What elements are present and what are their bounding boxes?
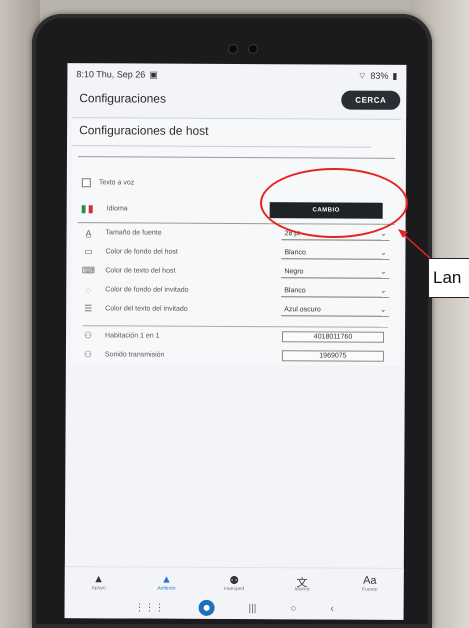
chevron-down-icon: ⌄ [380,306,387,314]
info-value: 4018011760 [281,331,385,343]
battery-icon: ▮ [392,70,398,81]
setting-row: ◌ Color de fondo del invitado Blanco ⌄ [77,280,394,301]
background-color-icon: ▭ [84,246,93,257]
nav-item[interactable]: ▲ Apoyo [74,573,124,591]
translate-icon: 文 [296,576,308,589]
guest-background-icon: ◌ [85,284,91,295]
close-button[interactable]: CERCA [341,90,401,110]
camera-icon [228,44,238,54]
nav-label: Apoyo [91,584,106,591]
setting-dropdown[interactable]: Blanco ⌄ [281,284,390,298]
system-navigation: ⋮⋮⋮ ||| ○ ‹ [64,596,404,620]
setting-label: Color de fondo del host [105,248,178,256]
nav-item[interactable]: ⚉ Huésped [209,573,259,591]
setting-value: Blanco [284,286,306,294]
home-button-icon[interactable]: ○ [290,603,296,614]
info-row: ⚇ Habitación 1 en 1 4018011760 [77,326,394,347]
info-row: ⚇ Sonido transmisión 1969075 [77,345,394,366]
page-title: Configuraciones [79,91,167,106]
setting-row: ⌨ Color de texto del host Negro ⌄ [77,261,394,282]
sensor-icon [248,44,258,54]
recents-icon[interactable]: ||| [248,603,256,614]
room-icon: ⚇ [83,330,93,341]
info-list: ⚇ Habitación 1 en 1 4018011760 ⚇ Sonido tran… [77,326,394,366]
text-to-speech-checkbox[interactable] [81,177,91,187]
setting-dropdown[interactable]: Azul oscuro ⌄ [281,303,390,317]
app-header: Configuraciones CERCA [67,85,406,113]
setting-label: Color del texto del invitado [105,305,188,313]
status-bar: 8:10 Thu, Sep 26 ▣ ⌔ 83% ▮ [67,63,406,87]
nav-label: Anfitrión [157,585,176,592]
font-icon: Aa [363,574,377,587]
annotation-callout: Lan [428,258,469,298]
setting-label: Color de fondo del invitado [105,286,189,294]
setting-label: Tamaño de fuente [105,229,162,237]
wifi-icon: ⌔ [357,70,367,81]
info-label: Sonido transmisión [104,351,165,359]
chevron-down-icon: ⌄ [380,268,387,276]
audio-icon: ⚇ [83,349,92,360]
setting-dropdown[interactable]: Blanco ⌄ [281,246,390,260]
nav-label: Idioma [294,585,310,592]
mexico-flag-icon [81,204,93,213]
nav-item[interactable]: ▲ Anfitrión [141,573,191,591]
status-time: 8:10 Thu, Sep 26 [76,69,146,80]
guest-text-icon: ☰ [84,303,93,314]
nav-item[interactable]: 文 Idioma [277,574,327,592]
setting-value: Azul oscuro [284,305,321,313]
setting-row: ▭ Color de fondo del host Blanco ⌄ [77,242,394,263]
nav-label: Huésped [224,585,245,592]
font-size-icon: A̲ [85,227,92,238]
info-value: 1969075 [281,350,384,362]
chevron-down-icon: ⌄ [380,230,387,238]
display-settings: A̲ Tamaño de fuente 28 pt ⌄ ▭ Color de fondo … [77,223,394,320]
nav-label: Fuente [361,586,378,593]
battery-level: 83% [370,70,389,81]
back-icon[interactable]: ‹ [330,603,333,614]
chevron-down-icon: ⌄ [380,249,387,257]
apps-icon[interactable]: ⋮⋮⋮ [134,602,164,613]
host-settings-panel: Configuraciones de host Texto a voz Idio… [70,117,402,366]
setting-row: ☰ Color del texto del invitado Azul oscuro… [77,299,394,320]
tablet-screen: 8:10 Thu, Sep 26 ▣ ⌔ 83% ▮ Configuracion… [64,63,407,620]
chevron-down-icon: ⌄ [380,287,387,295]
text-color-icon: ⌨ [81,265,95,276]
setting-value: Negro [284,267,304,275]
setting-dropdown[interactable]: Negro ⌄ [281,265,390,279]
host-icon: ▲ [160,573,172,586]
person-icon: ▲ [93,572,105,585]
setting-value: Blanco [284,248,306,256]
language-label: Idioma [106,205,128,213]
section-title: Configuraciones de host [72,118,372,148]
setting-label: Color de texto del host [105,267,176,275]
info-label: Habitación 1 en 1 [105,332,160,340]
guests-icon: ⚉ [229,574,240,587]
nav-item[interactable]: Aa Fuente [345,574,395,592]
highlight-ellipse [260,168,408,238]
notification-icon: ▣ [149,69,158,80]
bottom-navigation: ▲ Apoyo ▲ Anfitrión ⚉ Huésped 文 Idioma Aa Fuente [64,566,404,598]
home-icon[interactable] [198,599,215,616]
